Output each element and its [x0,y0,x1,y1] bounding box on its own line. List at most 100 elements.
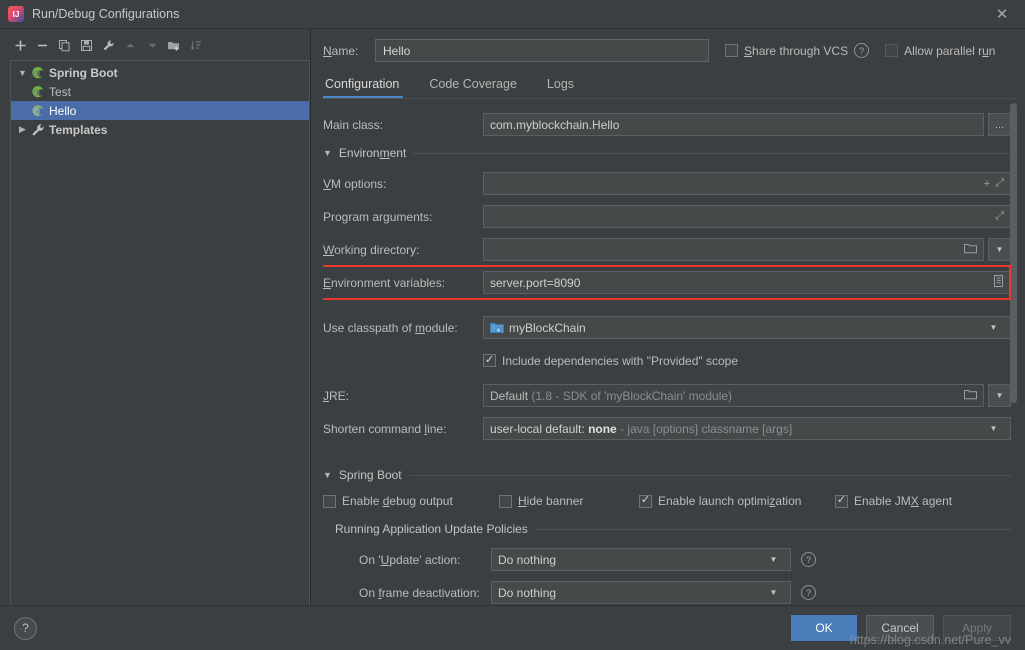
tree-node-hello[interactable]: Hello [11,101,309,120]
editor-tabs: Configuration Code Coverage Logs [323,73,1025,98]
allow-parallel-run-label: Allow parallel run [904,43,996,58]
working-directory-dropdown-button[interactable]: ▼ [988,238,1011,261]
chevron-down-icon[interactable]: ▼ [763,549,784,570]
wrench-icon[interactable] [98,35,118,55]
sort-icon[interactable] [186,35,206,55]
hide-banner-checkbox[interactable] [499,494,512,508]
hide-banner-check[interactable]: Hide banner [499,494,639,508]
on-update-action-combo[interactable]: Do nothing ▼ [491,548,791,571]
expand-icon[interactable]: ⤢ [995,210,1004,223]
jre-hint: (1.8 - SDK of 'myBlockChain' module) [531,388,733,403]
hide-banner-label: Hide banner [518,494,584,508]
spring-boot-icon [30,85,46,99]
tab-configuration[interactable]: Configuration [323,73,415,98]
section-expand-icon[interactable]: ▼ [323,148,332,158]
arrow-up-icon[interactable] [120,35,140,55]
enable-debug-output-checkbox[interactable] [323,494,336,508]
jre-combo[interactable]: Default (1.8 - SDK of 'myBlockChain' mod… [483,384,984,407]
add-configuration-button[interactable] [10,35,30,55]
spring-boot-icon [30,104,46,118]
tree-node-spring-boot[interactable]: ▼ Spring Boot [11,63,309,82]
include-provided-scope-check[interactable]: Include dependencies with "Provided" sco… [483,354,738,368]
on-update-action-label: On 'Update' action: [359,552,461,567]
chevron-down-icon[interactable]: ▼ [983,418,1004,439]
enable-launch-optimization-checkbox[interactable] [639,494,652,508]
chevron-down-icon[interactable]: ▼ [983,317,1004,338]
shorten-command-line-combo[interactable]: user-local default: none - java [options… [483,417,1011,440]
folder-icon[interactable] [964,243,977,257]
share-through-vcs-checkbox[interactable] [725,44,738,57]
environment-section-header[interactable]: ▼ Environment [323,146,1011,160]
enable-debug-output-check[interactable]: Enable debug output [323,494,499,508]
update-policies-section-title: Running Application Update Policies [335,522,528,536]
configurations-tree[interactable]: ▼ Spring Boot Test Hello ▶ Templates [10,60,310,605]
on-frame-deactivation-combo[interactable]: Do nothing ▼ [491,581,791,604]
remove-configuration-button[interactable] [32,35,52,55]
on-update-action-row: On 'Update' action: Do nothing ▼ ? [323,548,1011,571]
working-directory-input[interactable] [483,238,984,261]
dialog-body: ▼ Spring Boot Test Hello ▶ Templates Nam… [0,29,1025,605]
enable-jmx-agent-check[interactable]: Enable JMX agent [835,494,952,508]
intellij-idea-icon [8,6,24,22]
on-frame-deactivation-help-icon[interactable]: ? [801,585,816,600]
tab-code-coverage[interactable]: Code Coverage [427,73,533,98]
environment-variables-value: server.port=8090 [490,275,581,290]
on-frame-deactivation-row: On frame deactivation: Do nothing ▼ ? [323,581,1011,604]
section-expand-icon[interactable]: ▼ [323,470,332,480]
browse-list-icon[interactable] [993,275,1004,290]
working-directory-label: Working directory: [323,242,420,257]
save-icon[interactable] [76,35,96,55]
enable-jmx-agent-checkbox[interactable] [835,494,848,508]
allow-parallel-run-checkbox[interactable] [885,44,899,57]
tree-node-templates[interactable]: ▶ Templates [11,120,309,139]
name-row: Name: Hello Share through VCS ? Allow pa… [323,29,1025,62]
configuration-form: Main class: com.myblockchain.Hello ... ▼… [323,99,1011,604]
section-divider [413,152,1011,154]
include-provided-scope-checkbox[interactable] [483,354,496,367]
title-bar: Run/Debug Configurations ✕ [0,0,1025,29]
tree-node-test[interactable]: Test [11,82,309,101]
jre-dropdown-button[interactable]: ▼ [988,384,1011,407]
folder-icon[interactable] [964,389,977,403]
copy-icon[interactable] [54,35,74,55]
vm-options-input[interactable]: + ⤢ [483,172,1011,195]
on-frame-deactivation-value: Do nothing [498,585,557,600]
ok-button[interactable]: OK [791,615,857,641]
wrench-icon [30,123,46,137]
main-class-row: Main class: com.myblockchain.Hello ... [323,113,1011,136]
main-class-input[interactable]: com.myblockchain.Hello [483,113,984,136]
tree-node-label: Test [49,84,72,99]
chevron-down-icon[interactable]: ▼ [763,582,784,603]
expand-icon[interactable]: ⤢ [995,177,1004,190]
main-class-browse-button[interactable]: ... [988,113,1011,136]
share-help-icon[interactable]: ? [854,43,870,58]
share-through-vcs-row[interactable]: Share through VCS ? [725,43,870,58]
program-arguments-input[interactable]: ⤢ [483,205,1011,228]
vm-options-row: VM options: + ⤢ [323,172,1011,195]
vertical-scrollbar-track[interactable] [1010,99,1021,605]
jre-value: Default [490,388,529,403]
enable-jmx-agent-label: Enable JMX agent [854,494,953,508]
environment-variables-input[interactable]: server.port=8090 [483,271,1011,294]
on-update-action-help-icon[interactable]: ? [801,552,816,567]
tree-toolbar [0,29,310,60]
arrow-down-icon[interactable] [142,35,162,55]
folder-add-icon[interactable] [164,35,184,55]
expand-triangle-icon[interactable]: ▼ [15,68,30,78]
name-label: Name: [323,43,359,58]
plus-icon[interactable]: + [984,178,990,190]
name-input[interactable]: Hello [375,39,709,62]
collapse-triangle-icon[interactable]: ▶ [15,124,30,135]
tab-logs[interactable]: Logs [545,73,590,98]
close-icon[interactable]: ✕ [985,1,1019,27]
include-provided-scope-row[interactable]: Include dependencies with "Provided" sco… [323,349,1011,372]
use-classpath-of-module-combo[interactable]: myBlockChain ▼ [483,316,1011,339]
spring-boot-section-title: Spring Boot [338,468,402,482]
enable-launch-optimization-check[interactable]: Enable launch optimization [639,494,835,508]
on-update-action-value: Do nothing [498,552,557,567]
spring-boot-section-header[interactable]: ▼ Spring Boot [323,468,1011,482]
allow-parallel-run-row[interactable]: Allow parallel run [885,44,995,58]
help-button[interactable]: ? [14,616,37,640]
vertical-scrollbar-thumb[interactable] [1010,103,1017,403]
on-frame-deactivation-label: On frame deactivation: [359,585,480,600]
